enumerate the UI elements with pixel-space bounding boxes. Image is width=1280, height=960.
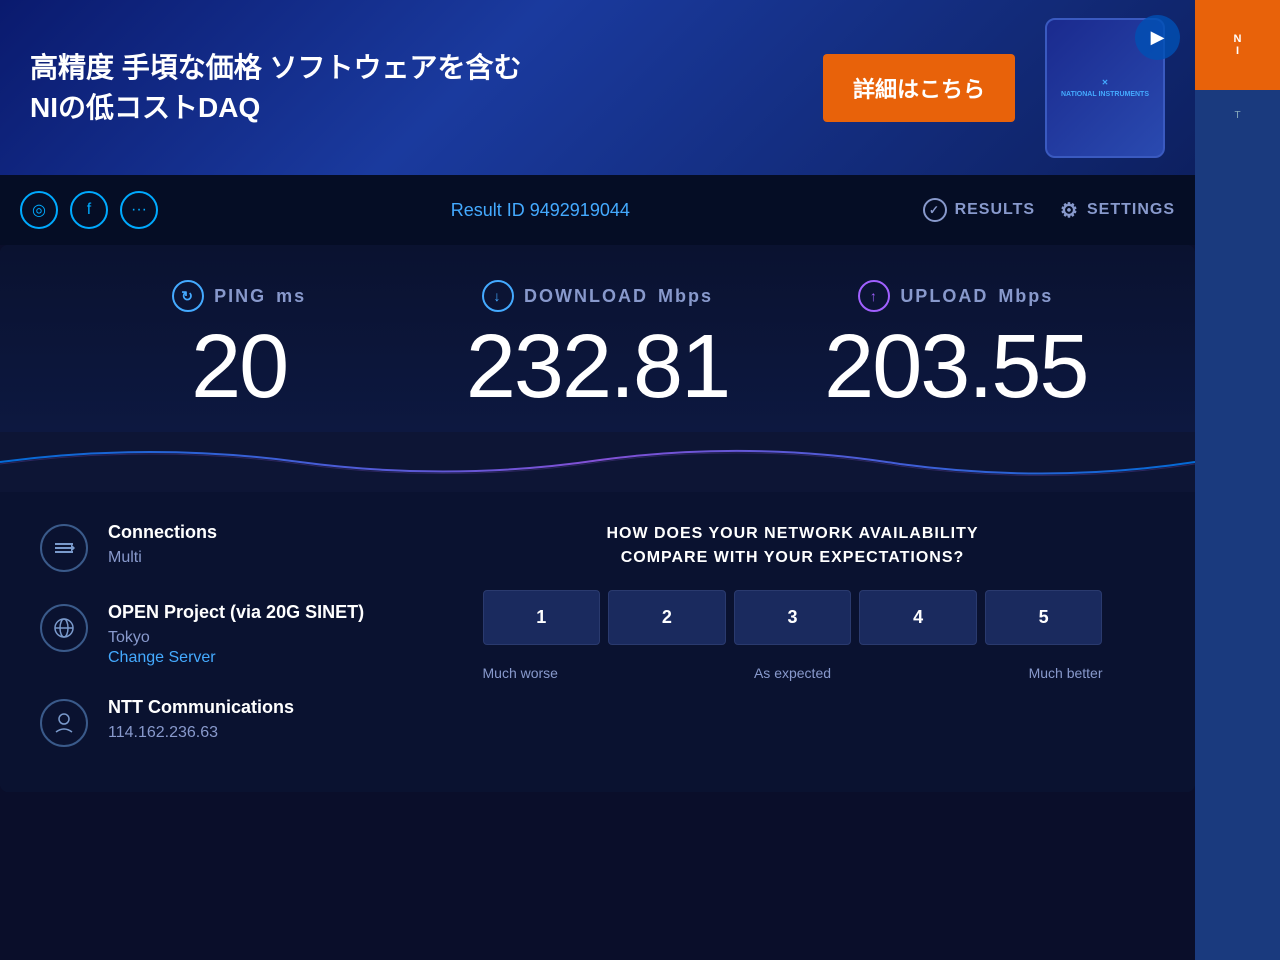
social-icons: ◎ f ··· [20,191,158,229]
server-content: OPEN Project (via 20G SINET) Tokyo Chang… [108,602,390,667]
upload-value: 203.55 [777,322,1135,412]
settings-icon: ⚙ [1060,198,1079,223]
results-icon: ✓ [923,198,947,222]
server-row: OPEN Project (via 20G SINET) Tokyo Chang… [40,602,390,667]
speedtest-icon[interactable]: ◎ [20,191,58,229]
ping-icon: ↻ [172,280,204,312]
server-icon [40,604,88,652]
wave-line [0,432,1195,492]
survey-question: HOW DOES YOUR NETWORK AVAILABILITYCOMPAR… [606,522,978,570]
ad-banner: 高精度 手頃な価格 ソフトウェアを含む NIの低コストDAQ 詳細はこちら ✕ … [0,0,1195,175]
change-server-link[interactable]: Change Server [108,649,216,666]
survey-btn-4[interactable]: 4 [859,590,977,645]
download-value: 232.81 [418,322,776,412]
survey-btn-3[interactable]: 3 [734,590,852,645]
results-nav-item[interactable]: ✓ RESULTS [923,198,1035,222]
ad-cta-button[interactable]: 詳細はこちら [823,54,1015,122]
isp-icon [40,699,88,747]
connections-row: Connections Multi [40,522,390,572]
upload-label: ↑ UPLOAD Mbps [777,280,1135,312]
right-sidebar-content: T [1195,90,1280,960]
info-section: Connections Multi OPEN Project (via 20G … [0,492,1195,792]
right-sidebar-top: NI [1195,0,1280,90]
isp-row: NTT Communications 114.162.236.63 [40,697,390,747]
download-icon: ↓ [482,280,514,312]
download-label: ↓ DOWNLOAD Mbps [418,280,776,312]
header-nav: ✓ RESULTS ⚙ SETTINGS [923,198,1175,223]
left-info: Connections Multi OPEN Project (via 20G … [40,522,390,762]
server-name: OPEN Project (via 20G SINET) [108,602,390,623]
survey-btn-1[interactable]: 1 [483,590,601,645]
survey-labels: Much worse As expected Much better [483,665,1103,681]
isp-ip: 114.162.236.63 [108,722,390,744]
ad-text: 高精度 手頃な価格 ソフトウェアを含む NIの低コストDAQ [30,48,793,126]
upload-icon: ↑ [858,280,890,312]
header-bar: ◎ f ··· Result ID 9492919044 ✓ RESULTS ⚙… [0,175,1195,245]
server-location: Tokyo [108,627,390,649]
right-sidebar: NI T [1195,0,1280,960]
upload-section: ↑ UPLOAD Mbps 203.55 [777,280,1135,412]
ping-value: 20 [60,322,418,412]
connections-title: Connections [108,522,390,543]
isp-content: NTT Communications 114.162.236.63 [108,697,390,744]
main-panel: ↻ PING ms 20 ↓ DOWNLOAD Mbps 232.81 ↑ UP… [0,245,1195,792]
connections-content: Connections Multi [108,522,390,569]
survey-btn-2[interactable]: 2 [608,590,726,645]
survey-btn-5[interactable]: 5 [985,590,1103,645]
result-id-display: Result ID 9492919044 [178,200,903,221]
survey-label-center: As expected [689,665,896,681]
ad-play-button[interactable]: ▶ [1135,15,1180,60]
more-icon[interactable]: ··· [120,191,158,229]
speed-display: ↻ PING ms 20 ↓ DOWNLOAD Mbps 232.81 ↑ UP… [0,245,1195,432]
connections-value: Multi [108,547,390,569]
ping-label: ↻ PING ms [60,280,418,312]
right-survey: HOW DOES YOUR NETWORK AVAILABILITYCOMPAR… [430,522,1155,762]
ad-device-brand: ✕ NATIONAL INSTRUMENTS [1061,78,1149,98]
survey-buttons: 1 2 3 4 5 [483,590,1103,645]
survey-label-right: Much better [896,665,1103,681]
settings-nav-item[interactable]: ⚙ SETTINGS [1060,198,1175,223]
facebook-icon[interactable]: f [70,191,108,229]
ping-section: ↻ PING ms 20 [60,280,418,412]
download-section: ↓ DOWNLOAD Mbps 232.81 [418,280,776,412]
connections-icon [40,524,88,572]
isp-name: NTT Communications [108,697,390,718]
survey-label-left: Much worse [483,665,690,681]
